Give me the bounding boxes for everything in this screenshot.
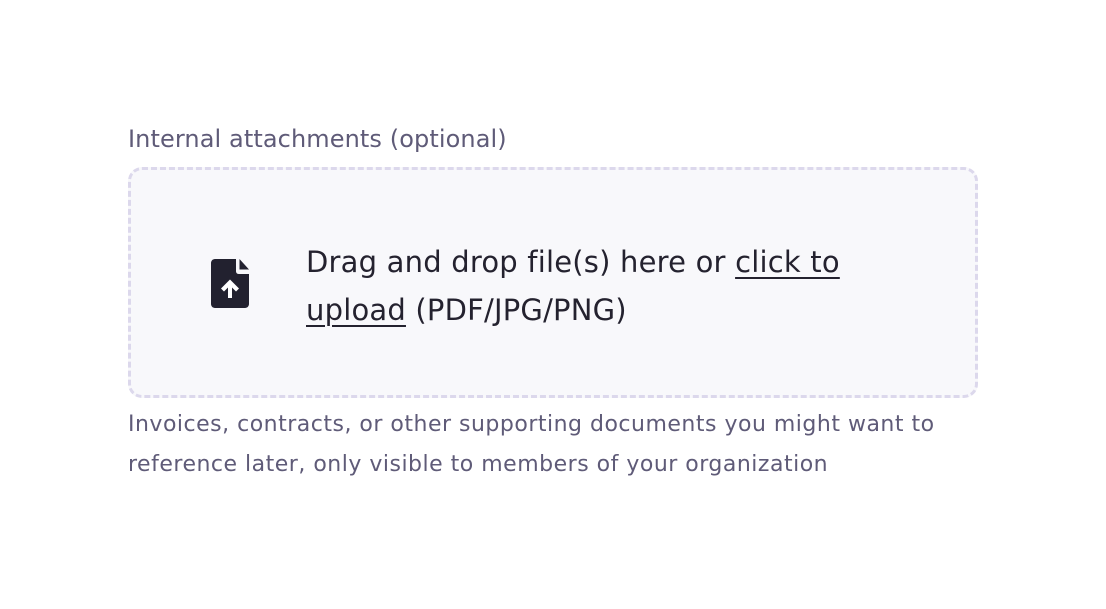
dropzone-text-before-link: Drag and drop file(s) here or	[306, 245, 736, 279]
dropzone-instructions: Drag and drop file(s) here or click to u…	[306, 238, 866, 334]
attachments-help-text: Invoices, contracts, or other supporting…	[128, 412, 935, 477]
file-upload-icon	[211, 259, 249, 308]
dropzone-accepted-formats: (PDF/JPG/PNG)	[405, 293, 627, 327]
file-dropzone[interactable]: Drag and drop file(s) here or click to u…	[128, 167, 978, 398]
attachments-field: Internal attachments (optional) Drag and…	[128, 120, 978, 485]
attachments-label: Internal attachments (optional)	[128, 125, 507, 153]
